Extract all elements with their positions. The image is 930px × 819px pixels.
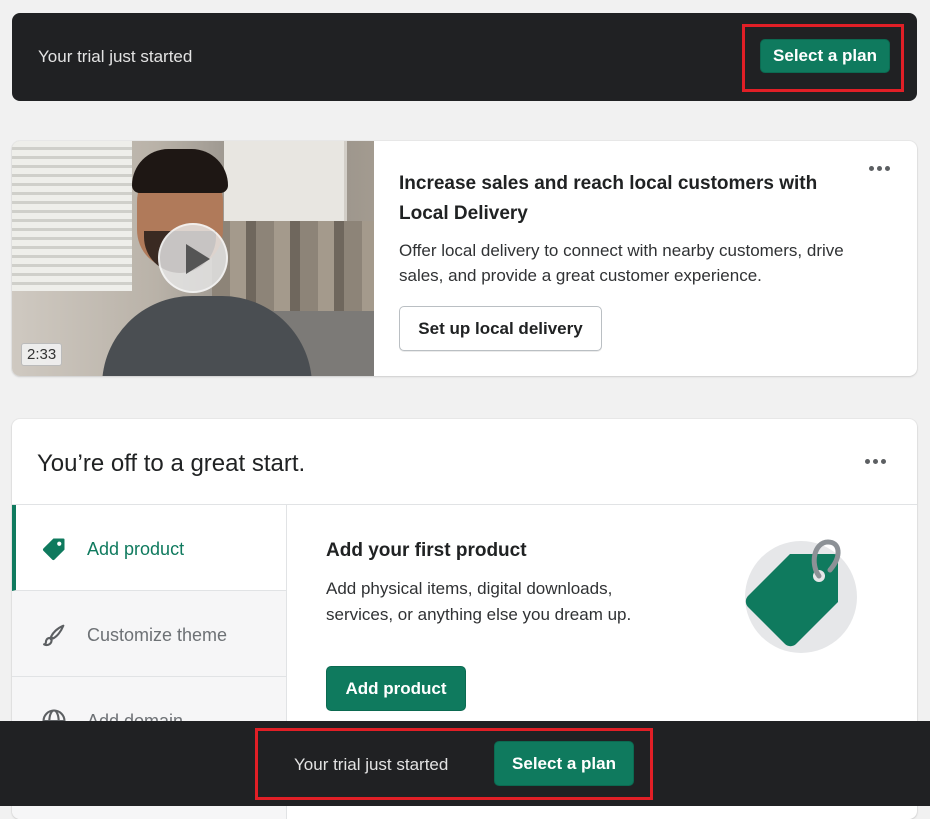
trial-bar-text: Your trial just started [294, 755, 449, 774]
step-add-product[interactable]: Add product [12, 505, 286, 591]
product-tag-illustration [745, 539, 857, 653]
play-icon[interactable] [158, 223, 228, 293]
delivery-card-title: Increase sales and reach local customers… [399, 173, 818, 224]
card-title: You’re off to a great start. [37, 450, 306, 477]
step-detail-description: Add physical items, digital downloads, s… [326, 579, 632, 624]
delivery-card-description: Offer local delivery to connect with nea… [399, 241, 844, 285]
step-customize-theme[interactable]: Customize theme [12, 591, 286, 677]
horizontal-dots-icon[interactable] [869, 166, 890, 171]
horizontal-dots-icon[interactable] [865, 459, 886, 464]
trial-bottom-bar: Your trial just started Select a plan [0, 721, 930, 806]
step-detail-title: Add your first product [326, 540, 527, 561]
step-label: Customize theme [87, 625, 228, 645]
tag-icon [42, 538, 65, 561]
trial-banner: Your trial just started Select a plan [12, 13, 917, 101]
trial-banner-text: Your trial just started [38, 47, 193, 66]
local-delivery-card: 2:33 Increase sales and reach local cust… [12, 141, 917, 376]
video-duration: 2:33 [21, 343, 63, 366]
select-plan-button[interactable]: Select a plan [760, 39, 890, 73]
add-product-button[interactable]: Add product [326, 666, 466, 711]
select-plan-button[interactable]: Select a plan [494, 741, 634, 786]
set-up-local-delivery-button[interactable]: Set up local delivery [399, 306, 602, 351]
brush-icon [43, 624, 65, 646]
step-label: Add product [87, 539, 185, 559]
video-thumbnail[interactable]: 2:33 [12, 141, 374, 376]
